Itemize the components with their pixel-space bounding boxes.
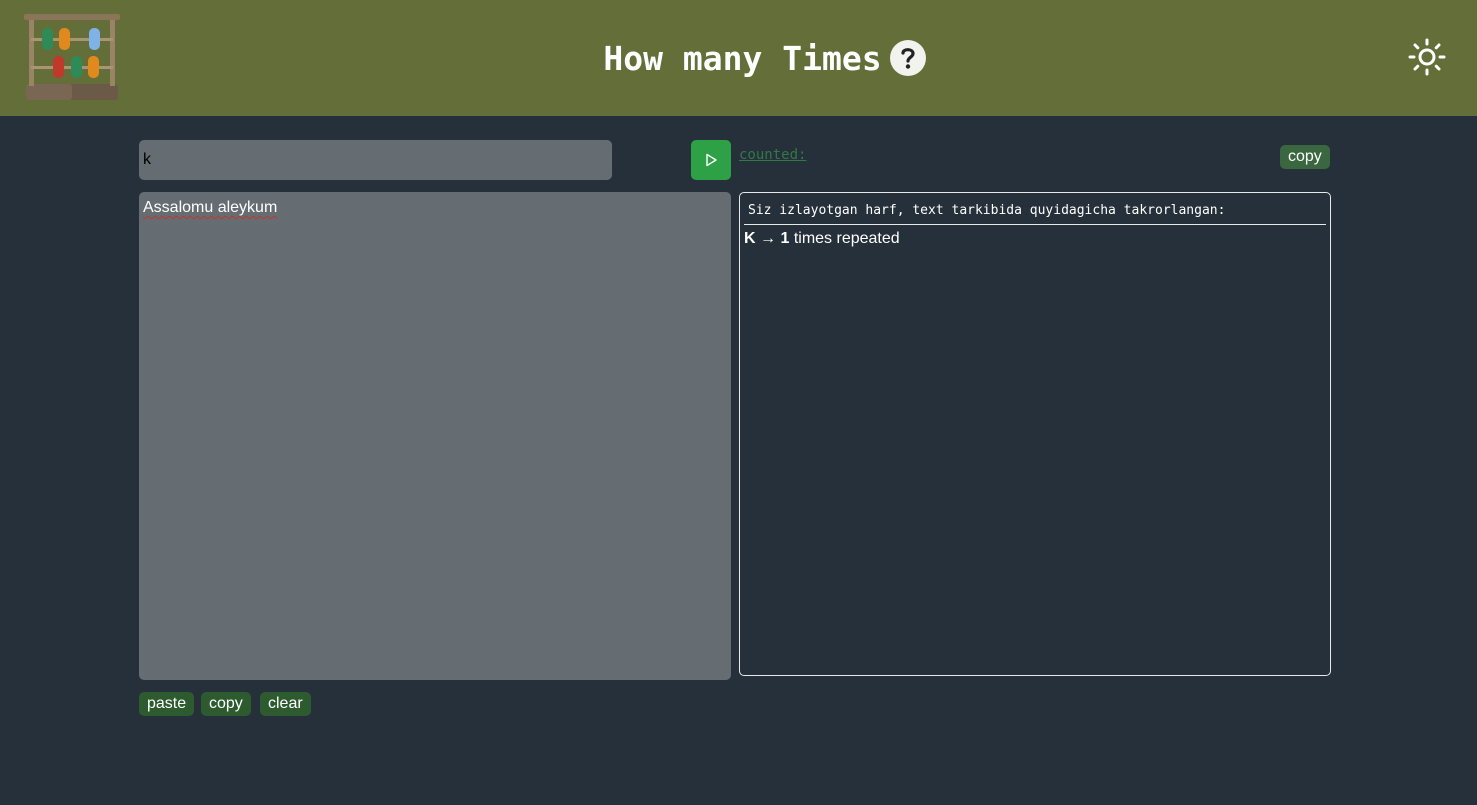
play-icon xyxy=(706,153,717,167)
counted-link[interactable]: counted: xyxy=(739,147,806,163)
result-suffix: times repeated xyxy=(793,230,900,247)
title-area: How many Times xyxy=(26,0,1477,116)
run-count-button[interactable] xyxy=(691,140,731,180)
app-header: How many Times xyxy=(0,0,1477,116)
paste-button[interactable]: paste xyxy=(139,692,195,716)
result-count: 1 xyxy=(780,230,790,247)
page-title: How many Times xyxy=(603,38,882,78)
copy-result-button[interactable]: copy xyxy=(1280,145,1330,169)
result-heading: Siz izlayotgan harf, text tarkibida quyi… xyxy=(744,193,1326,225)
question-mark-icon[interactable] xyxy=(889,40,926,76)
result-panel: Siz izlayotgan harf, text tarkibida quyi… xyxy=(739,192,1331,676)
result-letter: K xyxy=(744,230,756,247)
sun-icon[interactable] xyxy=(1408,38,1446,76)
result-item: K → 1 times repeated xyxy=(740,225,1330,253)
search-input[interactable] xyxy=(139,140,612,180)
text-input-value: Assalomu aleykum xyxy=(143,199,278,216)
text-input-area[interactable]: Assalomu aleykum xyxy=(139,192,731,680)
clear-button[interactable]: clear xyxy=(260,692,311,716)
result-arrow: → xyxy=(760,230,777,247)
copy-button[interactable]: copy xyxy=(201,692,251,716)
